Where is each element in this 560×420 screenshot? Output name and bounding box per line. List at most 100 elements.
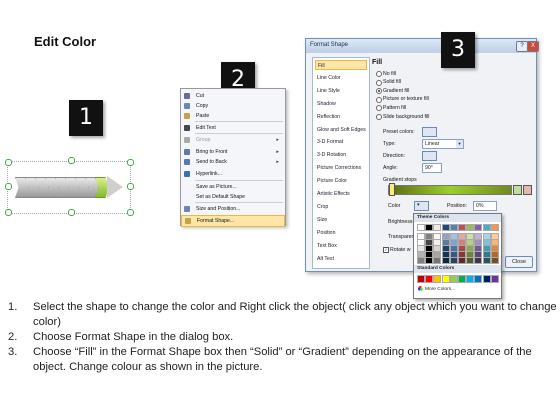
standard-color-swatch[interactable] <box>441 275 450 283</box>
theme-shade-swatch[interactable] <box>449 257 458 264</box>
step-number: 3. <box>8 346 18 358</box>
standard-color-swatch[interactable] <box>417 275 425 283</box>
category-alt-text[interactable]: Alt Text <box>315 254 367 264</box>
category-line-style[interactable]: Line Style <box>315 86 367 96</box>
menu-item-edit-text[interactable]: Edit Text <box>181 123 285 133</box>
menu-item-group: Group ▸ <box>181 135 285 145</box>
radio-label: Slide background fill <box>383 113 430 120</box>
radio-no-fill[interactable] <box>376 71 382 77</box>
category-3-d-rotation[interactable]: 3-D Rotation <box>315 150 367 160</box>
menu-item-set-as-default-shape[interactable]: Set as Default Shape <box>181 192 285 202</box>
color-picker-button[interactable]: ▾ <box>414 201 429 211</box>
resize-handle-tr[interactable] <box>127 159 134 166</box>
menu-item-cut[interactable]: Cut <box>181 91 285 101</box>
scissors-icon <box>184 93 190 99</box>
theme-color-swatch[interactable] <box>449 224 458 231</box>
standard-color-swatch[interactable] <box>458 275 466 283</box>
menu-item-send-to-back[interactable]: Send to Back ▸ <box>181 157 285 167</box>
theme-shade-swatch[interactable] <box>433 257 442 264</box>
theme-color-swatch[interactable] <box>490 224 499 231</box>
theme-color-swatch[interactable] <box>433 224 442 231</box>
close-button[interactable]: Close <box>505 256 533 268</box>
radio-gradient-fill[interactable] <box>376 88 382 95</box>
angle-spinner[interactable]: 90° <box>422 163 442 173</box>
menu-item-hyperlink[interactable]: Hyperlink... <box>181 169 285 179</box>
theme-color-swatch[interactable] <box>474 224 483 231</box>
position-spinner[interactable]: 0% <box>473 201 497 211</box>
resize-handle-br[interactable] <box>127 209 134 216</box>
category-text-box[interactable]: Text Box <box>315 241 367 251</box>
theme-shade-swatch[interactable] <box>466 257 475 264</box>
standard-color-swatch[interactable] <box>449 275 458 283</box>
radio-slide-background-fill[interactable] <box>376 114 382 120</box>
type-select[interactable]: Linear ▼ <box>422 139 464 149</box>
menu-separator <box>195 180 283 181</box>
theme-shade-swatch[interactable] <box>425 257 434 264</box>
theme-color-palette: Theme Colors Standard Colors More Colors..… <box>413 213 502 299</box>
category-line-color[interactable]: Line Color <box>315 73 367 83</box>
theme-color-swatch[interactable] <box>458 224 466 231</box>
standard-color-swatch[interactable] <box>425 275 434 283</box>
chevron-arrow-graphic <box>15 176 125 198</box>
close-x-button[interactable]: X <box>527 41 539 52</box>
resize-handle-bl[interactable] <box>5 209 12 216</box>
theme-color-swatch[interactable] <box>466 224 475 231</box>
category-fill[interactable]: Fill <box>315 60 367 70</box>
standard-color-swatch[interactable] <box>482 275 491 283</box>
standard-color-swatch[interactable] <box>466 275 475 283</box>
radio-solid-fill[interactable] <box>376 79 382 86</box>
menu-item-label: Edit Text <box>196 125 216 131</box>
theme-color-swatch[interactable] <box>417 224 425 231</box>
gradient-stops-bar[interactable] <box>388 185 512 195</box>
standard-color-swatch[interactable] <box>433 275 442 283</box>
gradient-stop-handle[interactable] <box>389 183 395 196</box>
dialog-title-bar: Format Shape ? X <box>306 39 539 53</box>
category-shadow[interactable]: Shadow <box>315 99 367 109</box>
menu-item-format-shape[interactable]: Format Shape... <box>181 215 285 227</box>
theme-color-swatch[interactable] <box>441 224 450 231</box>
resize-handle-bm[interactable] <box>68 209 75 216</box>
page-title: Edit Color <box>34 34 97 49</box>
theme-shade-swatch[interactable] <box>490 257 499 264</box>
category-crop[interactable]: Crop <box>315 202 367 212</box>
category-3-d-format[interactable]: 3-D Format <box>315 137 367 147</box>
color-wheel-icon <box>418 286 423 291</box>
paint-bucket-icon: ▾ <box>417 202 420 208</box>
preset-colors-dropdown[interactable] <box>422 127 437 137</box>
radio-pattern-fill[interactable] <box>376 105 382 112</box>
category-artistic-effects[interactable]: Artistic Effects <box>315 189 367 199</box>
menu-item-paste[interactable]: Paste <box>181 111 285 121</box>
resize-handle-tl[interactable] <box>5 159 12 166</box>
menu-item-copy[interactable]: Copy <box>181 101 285 111</box>
theme-shade-swatch[interactable] <box>441 257 450 264</box>
theme-shade-swatch[interactable] <box>417 257 425 264</box>
category-glow-and-soft-edges[interactable]: Glow and Soft Edges <box>315 125 367 135</box>
menu-item-save-as-picture[interactable]: Save as Picture... <box>181 182 285 192</box>
category-size[interactable]: Size <box>315 215 367 225</box>
category-picture-color[interactable]: Picture Color <box>315 176 367 186</box>
menu-item-bring-to-front[interactable]: Bring to Front ▸ <box>181 147 285 157</box>
theme-color-swatch[interactable] <box>425 224 434 231</box>
more-colors-link[interactable]: More Colors... <box>418 286 455 292</box>
category-reflection[interactable]: Reflection <box>315 112 367 122</box>
resize-handle-ml[interactable] <box>5 183 12 190</box>
menu-item-label: Save as Picture... <box>196 184 237 190</box>
category-position[interactable]: Position <box>315 228 367 238</box>
rotation-handle[interactable] <box>68 157 75 164</box>
radio-picture-or-texture-fill[interactable] <box>376 96 382 103</box>
standard-color-swatch[interactable] <box>490 275 499 283</box>
menu-separator <box>195 121 283 122</box>
category-picture-corrections[interactable]: Picture Corrections <box>315 163 367 173</box>
standard-color-swatch[interactable] <box>474 275 483 283</box>
direction-dropdown[interactable] <box>422 151 437 161</box>
theme-shade-swatch[interactable] <box>482 257 491 264</box>
radio-label: Gradient fill <box>383 87 410 94</box>
theme-shade-swatch[interactable] <box>474 257 483 264</box>
add-stop-icon[interactable] <box>513 185 522 195</box>
resize-handle-mr[interactable] <box>127 183 134 190</box>
remove-stop-icon[interactable] <box>523 185 532 195</box>
rotate-checkbox[interactable]: ✓ <box>383 247 389 253</box>
menu-item-size-and-position[interactable]: Size and Position... <box>181 204 285 214</box>
theme-color-swatch[interactable] <box>482 224 491 231</box>
theme-shade-swatch[interactable] <box>458 257 466 264</box>
